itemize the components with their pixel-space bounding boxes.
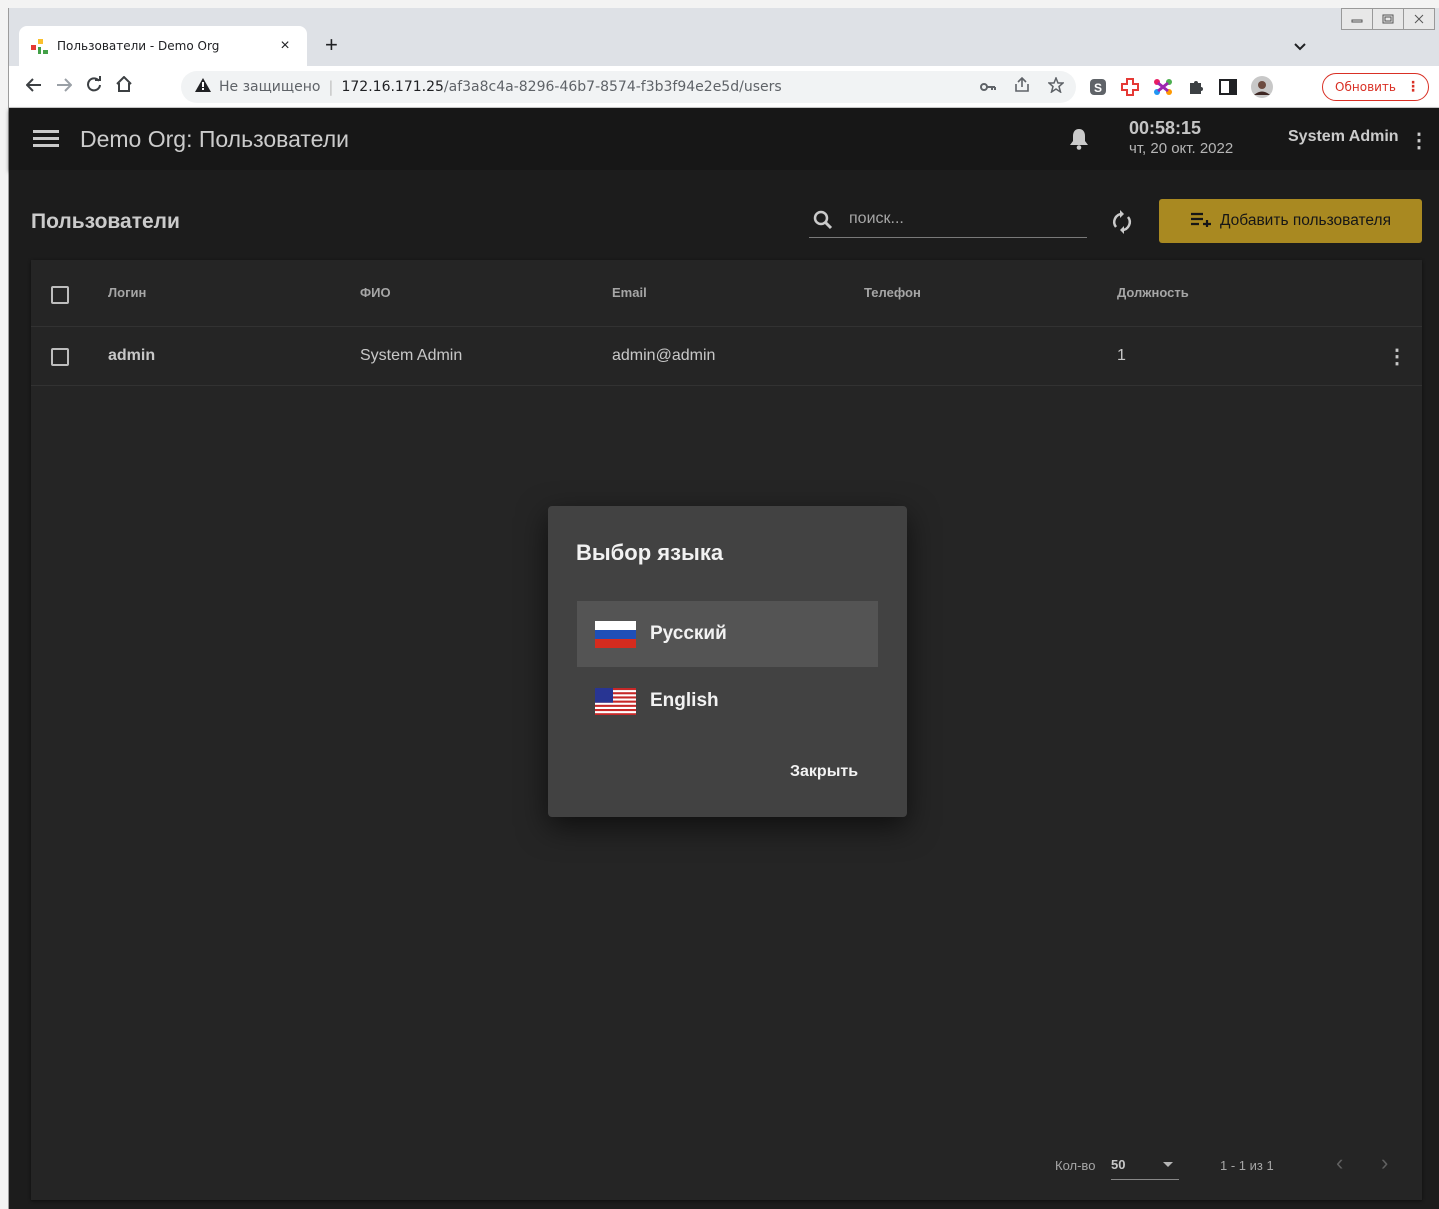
tab-close-icon[interactable]: × xyxy=(275,37,295,55)
close-window-icon[interactable] xyxy=(1403,8,1435,30)
extensions-puzzle-icon[interactable] xyxy=(1187,78,1205,101)
site-favicon-icon xyxy=(31,37,49,55)
new-tab-button[interactable]: + xyxy=(325,32,338,58)
reload-icon[interactable] xyxy=(79,75,109,98)
language-option-english[interactable]: English xyxy=(577,668,878,734)
forward-icon[interactable] xyxy=(49,76,79,98)
password-key-icon[interactable] xyxy=(980,77,996,97)
language-option-russian[interactable]: Русский xyxy=(577,601,878,667)
home-icon[interactable] xyxy=(109,75,139,98)
browser-tab[interactable]: Пользователи - Demo Org × xyxy=(19,26,307,66)
update-button[interactable]: Обновить ⋮ xyxy=(1322,73,1429,101)
update-label: Обновить xyxy=(1335,80,1396,94)
share-icon[interactable] xyxy=(1014,76,1030,97)
language-dialog: Выбор языка Русский English Закрыть xyxy=(548,506,907,817)
dialog-title: Выбор языка xyxy=(576,540,724,565)
url-path: /af3a8c4a-8296-46b7-8574-f3b3f94e2e5d/us… xyxy=(443,79,782,95)
extension-x-icon[interactable] xyxy=(1153,78,1173,101)
update-more-icon[interactable]: ⋮ xyxy=(1406,79,1420,95)
language-label: Русский xyxy=(650,623,727,644)
svg-text:S: S xyxy=(1094,81,1102,95)
bookmark-star-icon[interactable] xyxy=(1047,75,1065,97)
back-icon[interactable] xyxy=(19,76,49,98)
profile-avatar[interactable] xyxy=(1251,76,1273,103)
language-label: English xyxy=(650,690,719,711)
warning-icon[interactable] xyxy=(195,78,211,96)
tab-search-chevron-icon[interactable] xyxy=(1294,38,1306,54)
tab-title: Пользователи - Demo Org xyxy=(57,39,220,53)
browser-toolbar: Не защищено | 172.16.171.25 /af3a8c4a-82… xyxy=(9,66,1439,108)
insecure-label: Не защищено xyxy=(219,79,321,95)
side-panel-icon[interactable] xyxy=(1219,79,1237,100)
minimize-icon[interactable] xyxy=(1341,8,1373,30)
browser-window: Пользователи - Demo Org × + Не защищено … xyxy=(8,8,1439,1209)
close-button[interactable]: Закрыть xyxy=(782,759,866,785)
extension-s-icon[interactable]: S xyxy=(1089,78,1107,101)
extension-cross-icon[interactable] xyxy=(1121,78,1139,101)
tab-strip: Пользователи - Demo Org × + xyxy=(9,8,1439,66)
maximize-icon[interactable] xyxy=(1372,8,1404,30)
url-host: 172.16.171.25 xyxy=(341,79,444,95)
divider: | xyxy=(328,78,334,96)
ru-flag-icon xyxy=(595,620,636,648)
window-controls xyxy=(1341,8,1435,30)
us-flag-icon xyxy=(595,687,636,715)
address-bar[interactable]: Не защищено | 172.16.171.25 /af3a8c4a-82… xyxy=(181,71,1076,103)
